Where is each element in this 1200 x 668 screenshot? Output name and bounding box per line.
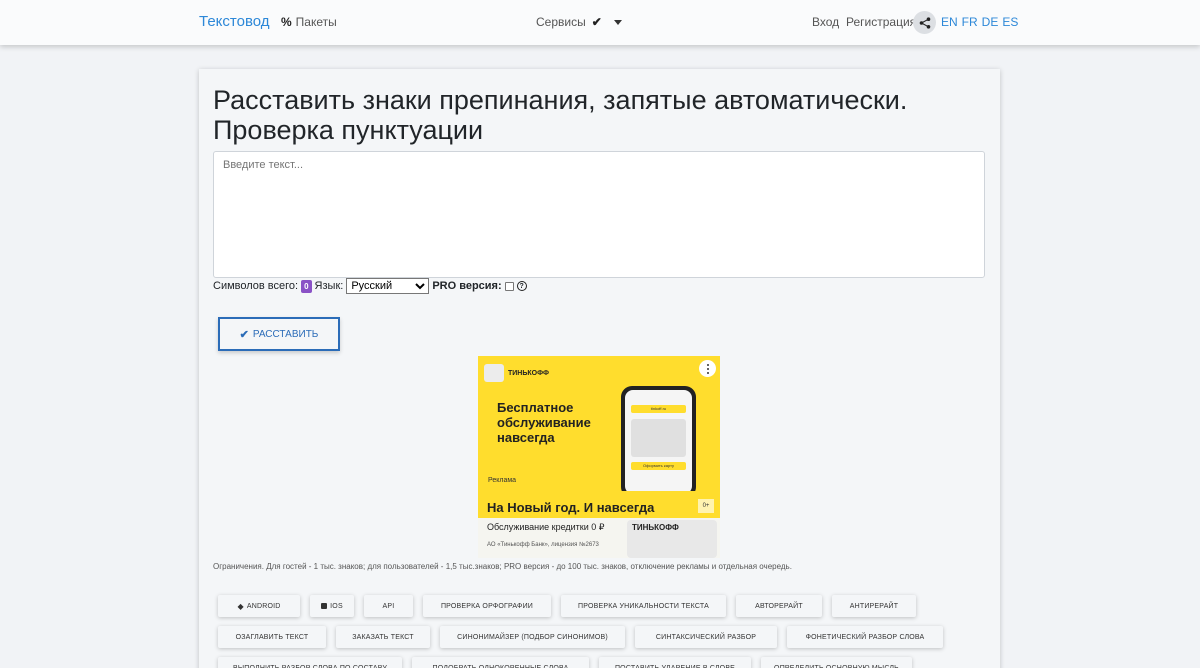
android-icon: ◆ bbox=[237, 601, 244, 611]
services-label: Сервисы bbox=[536, 15, 586, 29]
services-dropdown[interactable]: Сервисы ✔ bbox=[536, 15, 622, 29]
percent-icon: % bbox=[281, 15, 292, 29]
question-circle-icon[interactable]: ? bbox=[516, 281, 527, 291]
register-link[interactable]: Регистрация bbox=[846, 15, 916, 29]
language-label: Язык: bbox=[314, 280, 344, 292]
ad-bottom-title: На Новый год. И навсегда bbox=[487, 500, 655, 515]
tools-row-3: ВЫПОЛНИТЬ РАЗБОР СЛОВА ПО СОСТАВУ ПОДОБР… bbox=[218, 657, 912, 668]
options-bar: Символов всего: 0 Язык: Русский PRO верс… bbox=[213, 278, 527, 294]
packages-link[interactable]: % Пакеты bbox=[281, 15, 337, 29]
checkmark-icon: ✔ bbox=[239, 328, 249, 341]
phone-illustration: tinkoff.ru Оформить карту bbox=[621, 386, 696, 498]
antirewrite-button[interactable]: АНТИРЕРАЙТ bbox=[832, 595, 916, 617]
symbols-count-badge: 0 bbox=[301, 279, 312, 293]
credit-card-image: ТИНЬКОФФ bbox=[627, 520, 717, 558]
advertisement[interactable]: ТИНЬКОФФ Бесплатное обслуживание навсегд… bbox=[478, 356, 720, 558]
bank-emblem-icon bbox=[484, 364, 504, 382]
checkmark-icon: ✔ bbox=[591, 15, 602, 29]
phonetic-analysis-button[interactable]: ФОНЕТИЧЕСКИЙ РАЗБОР СЛОВА bbox=[787, 626, 943, 648]
uniqueness-check-button[interactable]: ПРОВЕРКА УНИКАЛЬНОСТИ ТЕКСТА bbox=[561, 595, 726, 617]
phone-url: tinkoff.ru bbox=[631, 405, 686, 413]
word-composition-button[interactable]: ВЫПОЛНИТЬ РАЗБОР СЛОВА ПО СОСТАВУ bbox=[218, 657, 402, 668]
phone-order-button: Оформить карту bbox=[631, 462, 686, 470]
api-button[interactable]: API bbox=[364, 595, 413, 617]
card-brand: ТИНЬКОФФ bbox=[632, 523, 679, 532]
syntax-analysis-button[interactable]: СИНТАКСИЧЕСКИЙ РАЗБОР bbox=[635, 626, 777, 648]
ad-bottom-panel: На Новый год. И навсегда 0+ Обслуживание… bbox=[478, 491, 720, 558]
android-label: ANDROID bbox=[246, 602, 281, 610]
ad-logo-text: ТИНЬКОФФ bbox=[508, 369, 549, 377]
language-switcher: EN FR DE ES bbox=[941, 15, 1018, 29]
login-link[interactable]: Вход bbox=[812, 15, 839, 29]
ad-legal-text: АО «Тинькофф Банк», лицензия №2673 bbox=[487, 542, 599, 548]
age-rating-badge: 0+ bbox=[698, 499, 714, 513]
ad-note: Реклама bbox=[488, 477, 517, 484]
symbols-label: Символов всего: bbox=[213, 280, 299, 292]
ios-label: IOS bbox=[330, 602, 343, 610]
brand-link[interactable]: Текстовод bbox=[199, 13, 270, 30]
run-button-label: РАССТАВИТЬ bbox=[252, 328, 319, 340]
lang-en[interactable]: EN bbox=[941, 15, 958, 29]
ad-top-panel: ТИНЬКОФФ Бесплатное обслуживание навсегд… bbox=[478, 356, 720, 498]
lang-es[interactable]: ES bbox=[1002, 15, 1018, 29]
pro-label: PRO версия: bbox=[432, 280, 502, 292]
limits-text: Ограничения. Для гостей - 1 тыс. знаков;… bbox=[213, 562, 792, 571]
main-idea-button[interactable]: ОПРЕДЕЛИТЬ ОСНОВНУЮ МЫСЛЬ bbox=[761, 657, 912, 668]
spelling-check-button[interactable]: ПРОВЕРКА ОРФОГРАФИИ bbox=[423, 595, 551, 617]
lang-fr[interactable]: FR bbox=[962, 15, 978, 29]
chevron-down-icon bbox=[613, 19, 622, 25]
main-card: Расставить знаки препинания, запятые авт… bbox=[199, 69, 1000, 668]
language-select[interactable]: Русский bbox=[346, 278, 430, 294]
tools-row-2: ОЗАГЛАВИТЬ ТЕКСТ ЗАКАЗАТЬ ТЕКСТ СИНОНИМА… bbox=[218, 626, 943, 648]
ad-headline: Бесплатное обслуживание навсегда bbox=[497, 400, 591, 445]
android-button[interactable]: ◆ ANDROID bbox=[218, 595, 300, 617]
ad-logo: ТИНЬКОФФ bbox=[484, 364, 549, 382]
autorewrite-button[interactable]: АВТОРЕРАЙТ bbox=[736, 595, 822, 617]
order-text-button[interactable]: ЗАКАЗАТЬ ТЕКСТ bbox=[336, 626, 430, 648]
synonymizer-button[interactable]: СИНОНИМАЙЗЕР (ПОДБОР СИНОНИМОВ) bbox=[440, 626, 625, 648]
ad-bottom-subtitle: Обслуживание кредитки 0 ₽ bbox=[487, 522, 605, 532]
apple-icon bbox=[321, 603, 328, 609]
packages-label: Пакеты bbox=[295, 15, 337, 29]
more-options-icon[interactable] bbox=[699, 360, 716, 377]
pro-checkbox[interactable] bbox=[504, 281, 514, 291]
share-button[interactable] bbox=[913, 11, 936, 34]
lang-de[interactable]: DE bbox=[982, 15, 999, 29]
run-button[interactable]: ✔ РАССТАВИТЬ bbox=[218, 317, 340, 351]
page-title: Расставить знаки препинания, запятые авт… bbox=[213, 85, 908, 145]
phone-card-image bbox=[631, 419, 686, 457]
cognate-words-button[interactable]: ПОДОБРАТЬ ОДНОКОРЕННЫЕ СЛОВА bbox=[412, 657, 589, 668]
share-icon bbox=[919, 16, 930, 29]
stress-button[interactable]: ПОСТАВИТЬ УДАРЕНИЕ В СЛОВЕ bbox=[599, 657, 751, 668]
ios-button[interactable]: IOS bbox=[310, 595, 354, 617]
top-navbar: Текстовод % Пакеты Сервисы ✔ Вход Регист… bbox=[0, 0, 1200, 45]
text-input[interactable] bbox=[213, 151, 985, 278]
tools-row-1: ◆ ANDROID IOS API ПРОВЕРКА ОРФОГРАФИИ ПР… bbox=[218, 595, 916, 617]
title-text-button[interactable]: ОЗАГЛАВИТЬ ТЕКСТ bbox=[218, 626, 326, 648]
